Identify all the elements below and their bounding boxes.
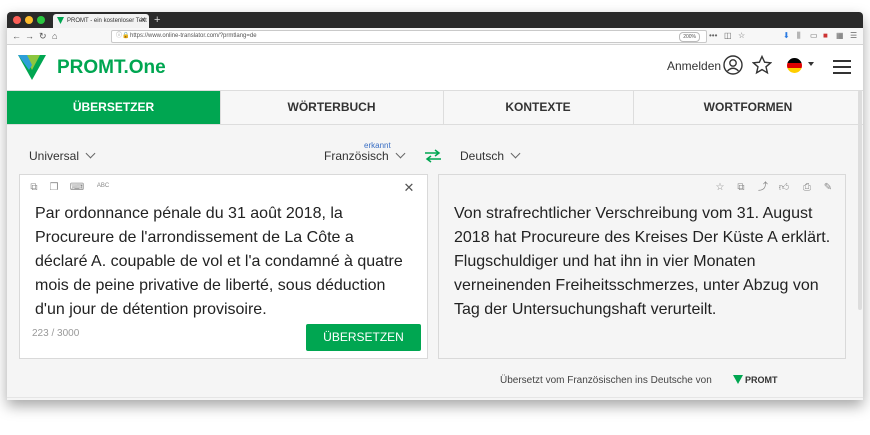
target-language-select[interactable]: Deutsch [460, 148, 521, 163]
chevron-down-icon[interactable] [808, 62, 814, 66]
translate-extension-icon[interactable]: ▦ [836, 29, 844, 43]
browser-tab-title: PROMT - ein kostenloser Text [67, 18, 147, 24]
user-icon[interactable] [723, 55, 743, 75]
minimize-window-button[interactable] [25, 16, 33, 24]
thumbs-up-icon[interactable]: 👍︎ [778, 182, 790, 194]
tab-translator[interactable]: ÜBERSETZER [7, 91, 221, 124]
signin-link[interactable]: Anmelden [667, 59, 721, 73]
close-window-button[interactable] [13, 16, 21, 24]
topic-select[interactable]: Universal [29, 148, 96, 163]
translate-button[interactable]: ÜBERSETZEN [306, 324, 421, 351]
edit-icon[interactable]: ✎ [822, 182, 834, 194]
bookmark-star-icon[interactable]: ☆ [738, 29, 745, 43]
site-header: PROMT.One Anmelden [7, 45, 863, 90]
source-language-label: Französisch [324, 149, 389, 163]
promt-favicon-icon [57, 17, 64, 24]
topic-label: Universal [29, 149, 80, 163]
browser-menu-icon[interactable]: ☰ [850, 29, 857, 43]
tab-word-forms[interactable]: WORTFORMEN [633, 91, 863, 124]
source-language-select[interactable]: Französisch [324, 148, 406, 163]
source-text-panel[interactable]: ⧉ ❐ ⌨ ABC ✕ Par ordonnance pénale du 31 … [19, 174, 428, 359]
translated-text: Von strafrechtlicher Verschreibung vom 3… [454, 205, 831, 318]
language-selector-row: Universal erkannt Französisch Deutsch [7, 125, 863, 171]
promt-credit-text: PROMT [745, 375, 778, 385]
new-tab-button[interactable]: + [154, 12, 160, 28]
spellcheck-icon[interactable]: ABC [93, 182, 113, 194]
page-scrollbar[interactable] [858, 90, 862, 310]
copy-icon[interactable]: ⧉ [735, 182, 747, 194]
keyboard-icon[interactable]: ⌨ [68, 182, 86, 194]
hamburger-menu-icon[interactable] [833, 60, 851, 74]
home-icon[interactable]: ⌂ [52, 29, 57, 43]
pocket-icon[interactable]: ◫ [724, 29, 732, 43]
chevron-down-icon [85, 148, 96, 159]
brand-name[interactable]: PROMT.One [57, 57, 166, 79]
browser-window: PROMT - ein kostenloser Text ✕ + ← → ↻ ⌂… [7, 12, 863, 400]
promt-credit-logo[interactable]: PROMT [733, 375, 778, 385]
copy-icon[interactable]: ⧉ [28, 182, 40, 194]
promt-logo-icon[interactable] [17, 52, 47, 82]
browser-tab-bar: PROMT - ein kostenloser Text ✕ + [7, 12, 863, 28]
sidebar-icon[interactable]: ▭ [810, 29, 818, 43]
maximize-window-button[interactable] [37, 16, 45, 24]
chevron-down-icon [395, 148, 406, 159]
print-icon[interactable]: ⎙ [801, 182, 813, 194]
char-counter: 223 / 3000 [32, 328, 80, 339]
footer-divider [7, 397, 863, 398]
favorite-star-icon[interactable]: ☆ [714, 182, 726, 194]
extension-icon[interactable]: ■ [823, 29, 828, 43]
back-icon[interactable]: ← [12, 29, 21, 43]
paste-icon[interactable]: ❐ [48, 182, 60, 194]
clear-text-icon[interactable]: ✕ [403, 181, 415, 194]
lock-icon: ⓘ🔒 [116, 33, 130, 39]
translation-panel: ☆ ⧉ ⤴ 👍︎ ⎙ ✎ Von strafrechtlicher Versch… [438, 174, 846, 359]
browser-nav-bar: ← → ↻ ⌂ ⓘ🔒 https://www.online-translator… [7, 28, 863, 45]
target-language-label: Deutsch [460, 149, 505, 163]
source-text[interactable]: Par ordonnance pénale du 31 août 2018, l… [35, 202, 405, 322]
swap-languages-icon[interactable] [424, 149, 442, 163]
chevron-down-icon [510, 148, 521, 159]
share-icon[interactable]: ⤴ [757, 182, 769, 194]
browser-tab[interactable]: PROMT - ein kostenloser Text ✕ [53, 14, 149, 28]
translation-credit: Übersetzt vom Französischen ins Deutsche… [500, 375, 712, 386]
download-icon[interactable]: ⬇ [783, 29, 790, 43]
main-nav: ÜBERSETZER WÖRTERBUCH KONTEXTE WORTFORME… [7, 90, 863, 125]
reload-icon[interactable]: ↻ [39, 29, 47, 43]
spellcheck-label: ABC [96, 183, 110, 189]
german-flag-icon[interactable] [787, 58, 802, 73]
library-icon[interactable]: ⫼ [797, 29, 801, 43]
promt-mini-logo-icon [733, 375, 743, 384]
url-text: https://www.online-translator.com/?prmtl… [130, 33, 257, 39]
favorites-star-icon[interactable] [752, 55, 772, 75]
tab-dictionary[interactable]: WÖRTERBUCH [220, 91, 444, 124]
page: PROMT.One Anmelden ÜBERSETZER WÖRTERBUCH… [7, 45, 863, 400]
forward-icon[interactable]: → [25, 29, 34, 43]
zoom-indicator[interactable]: 200% [679, 32, 700, 42]
close-tab-icon[interactable]: ✕ [140, 14, 146, 28]
page-actions-icon[interactable]: ••• [709, 29, 717, 43]
address-bar[interactable]: ⓘ🔒 https://www.online-translator.com/?pr… [111, 30, 707, 43]
tab-contexts[interactable]: KONTEXTE [443, 91, 634, 124]
